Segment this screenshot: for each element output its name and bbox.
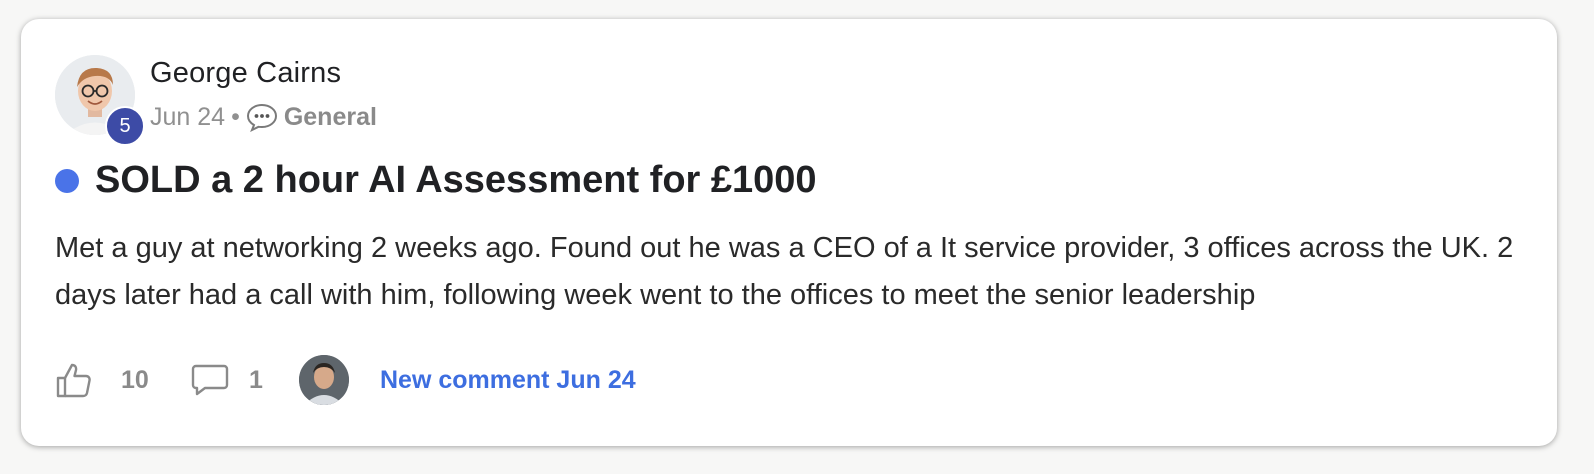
post-title-row[interactable]: SOLD a 2 hour AI Assessment for £1000 xyxy=(55,159,817,202)
comment-icon[interactable] xyxy=(191,363,229,397)
new-comment-link[interactable]: New comment Jun 24 xyxy=(380,366,636,395)
unread-indicator xyxy=(55,168,79,193)
commenter-avatar[interactable] xyxy=(299,355,349,405)
author-avatar-wrap[interactable]: 5 xyxy=(55,55,145,146)
post-card[interactable]: 5 George Cairns Jun 24 • General SOLD a … xyxy=(21,19,1557,446)
post-category[interactable]: General xyxy=(284,103,377,132)
post-body[interactable]: Met a guy at networking 2 weeks ago. Fou… xyxy=(55,225,1525,319)
like-count: 10 xyxy=(121,365,149,394)
post-date: Jun 24 xyxy=(150,102,226,131)
author-name[interactable]: George Cairns xyxy=(150,57,341,90)
level-badge: 5 xyxy=(105,106,145,146)
post-title[interactable]: SOLD a 2 hour AI Assessment for £1000 xyxy=(95,159,817,202)
post-actions: 10 1 New comment Jun 24 xyxy=(55,353,636,407)
thumbs-up-icon[interactable] xyxy=(55,361,93,399)
comment-count: 1 xyxy=(249,365,263,394)
speech-bubble-icon xyxy=(246,102,278,133)
post-meta: Jun 24 • General xyxy=(150,102,377,133)
meta-separator: • xyxy=(231,102,240,131)
